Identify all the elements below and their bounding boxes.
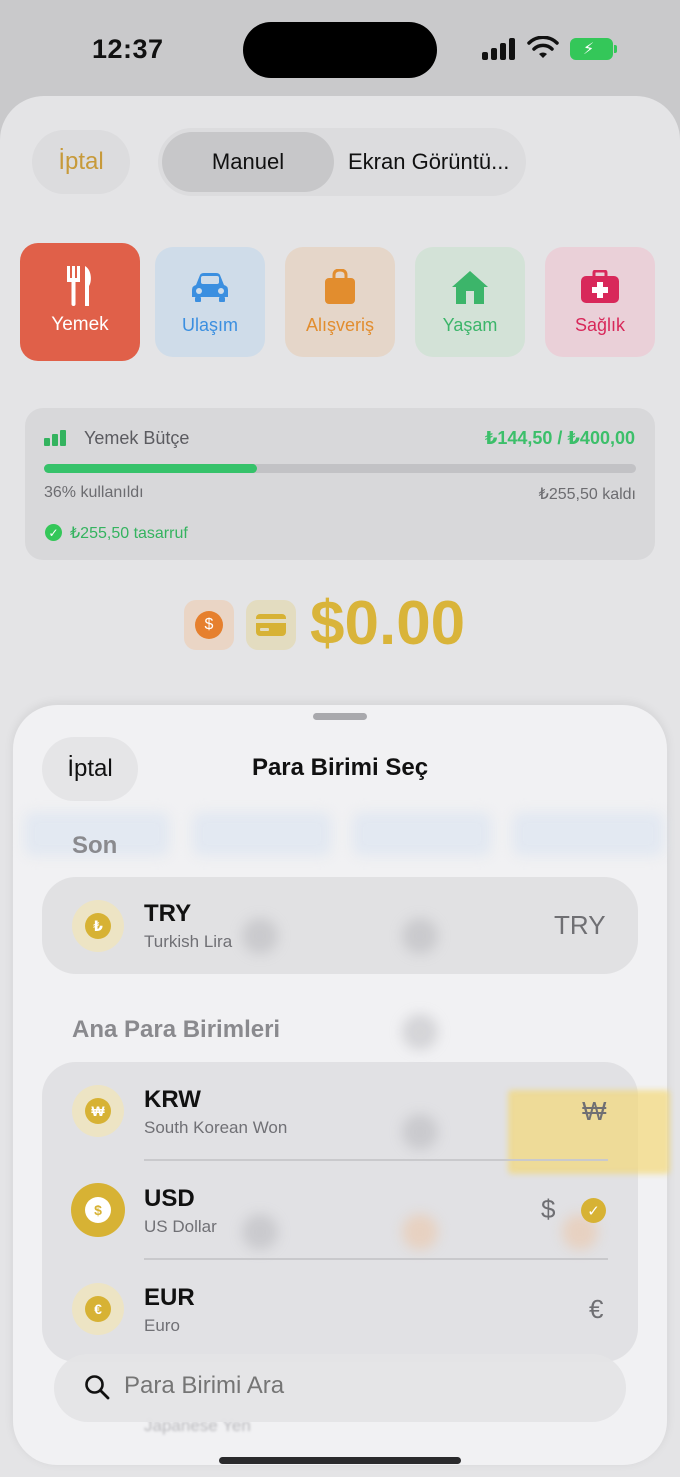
- blurred-background: [512, 812, 664, 856]
- main-currencies-section-header: Ana Para Birimleri: [72, 1016, 281, 1043]
- row-divider: [144, 1258, 608, 1260]
- blurred-background: [402, 918, 438, 954]
- wifi-icon: [527, 36, 559, 58]
- currency-name: Euro: [144, 1316, 180, 1335]
- blurred-background: [402, 1014, 438, 1050]
- payment-method-button[interactable]: [246, 600, 296, 650]
- currency-symbol: TRY: [554, 910, 606, 940]
- category-label: Yaşam: [442, 314, 498, 335]
- search-input[interactable]: [124, 1372, 564, 1400]
- blurred-background: [402, 1214, 438, 1250]
- budget-remaining-text: ₺255,50 kaldı: [538, 486, 636, 503]
- dynamic-island: [243, 22, 437, 78]
- category-health[interactable]: Sağlık: [545, 247, 655, 357]
- dollar-icon: $: [195, 611, 223, 639]
- blurred-background: [402, 1114, 438, 1150]
- amount-display: $0.00: [310, 589, 466, 658]
- currency-symbol: $: [541, 1194, 556, 1224]
- currency-code: EUR: [144, 1284, 195, 1311]
- recent-section-header: Son: [72, 832, 118, 859]
- category-food[interactable]: Yemek: [20, 243, 140, 361]
- budget-amount: ₺144,50 / ₺400,00: [484, 428, 635, 448]
- coin-icon: €: [72, 1283, 124, 1335]
- battery-charging-icon: ⚡: [570, 38, 618, 60]
- coin-icon: ₺: [72, 900, 124, 952]
- budget-savings-text: ₺255,50 tasarruf: [70, 525, 188, 542]
- currency-symbol: €: [589, 1294, 604, 1324]
- background-cancel-button[interactable]: İptal: [32, 130, 130, 194]
- currency-name: South Korean Won: [144, 1118, 288, 1137]
- checkmark-circle-icon: ✓: [45, 524, 62, 541]
- shopping-bag-icon: [320, 268, 360, 305]
- currency-code: TRY: [144, 900, 192, 927]
- car-icon: [190, 269, 230, 305]
- budget-progress-fill: [44, 464, 258, 473]
- sheet-grabber[interactable]: [313, 713, 367, 720]
- status-time: 12:37: [92, 34, 164, 64]
- currency-code: KRW: [144, 1086, 201, 1113]
- checkmark-icon: ✓: [581, 1198, 606, 1223]
- chart-bars-icon: [44, 430, 68, 446]
- fork-knife-icon: [60, 266, 100, 306]
- blurred-background: [242, 918, 278, 954]
- category-label: Ulaşım: [181, 314, 238, 335]
- home-indicator: [219, 1457, 461, 1464]
- search-icon: [85, 1375, 110, 1400]
- blurred-background: [352, 812, 492, 856]
- currency-button[interactable]: $: [184, 600, 234, 650]
- category-label: Sağlık: [574, 314, 626, 335]
- category-living[interactable]: Yaşam: [415, 247, 525, 357]
- blurred-background: [192, 812, 332, 856]
- category-shopping[interactable]: Alışveriş: [285, 247, 395, 357]
- budget-progress-track: [44, 464, 636, 473]
- status-bar: 12:37 ⚡: [0, 0, 680, 100]
- sheet-title: Para Birimi Seç: [251, 754, 429, 781]
- segment-screenshot[interactable]: Ekran Görüntü...: [348, 132, 509, 192]
- credit-card-icon: [256, 614, 286, 636]
- row-divider: [144, 1159, 608, 1161]
- category-transport[interactable]: Ulaşım: [155, 247, 265, 357]
- house-icon: [450, 269, 490, 305]
- recent-currency-list: [42, 877, 638, 974]
- currency-name: US Dollar: [144, 1217, 217, 1236]
- currency-name: Turkish Lira: [144, 932, 233, 951]
- cellular-signal-icon: [482, 38, 518, 60]
- budget-used-text: 36% kullanıldı: [44, 484, 144, 501]
- segment-manual[interactable]: Manuel: [162, 132, 334, 192]
- blurred-background: [242, 1214, 278, 1250]
- coin-icon-selected: $: [71, 1183, 125, 1237]
- category-label: Yemek: [51, 314, 109, 335]
- budget-title: Yemek Bütçe: [84, 428, 190, 448]
- medical-kit-icon: [580, 269, 620, 305]
- currency-symbol: ₩: [582, 1096, 607, 1126]
- currency-code: USD: [144, 1185, 195, 1212]
- category-label: Alışveriş: [305, 314, 374, 335]
- coin-icon: ₩: [72, 1085, 124, 1137]
